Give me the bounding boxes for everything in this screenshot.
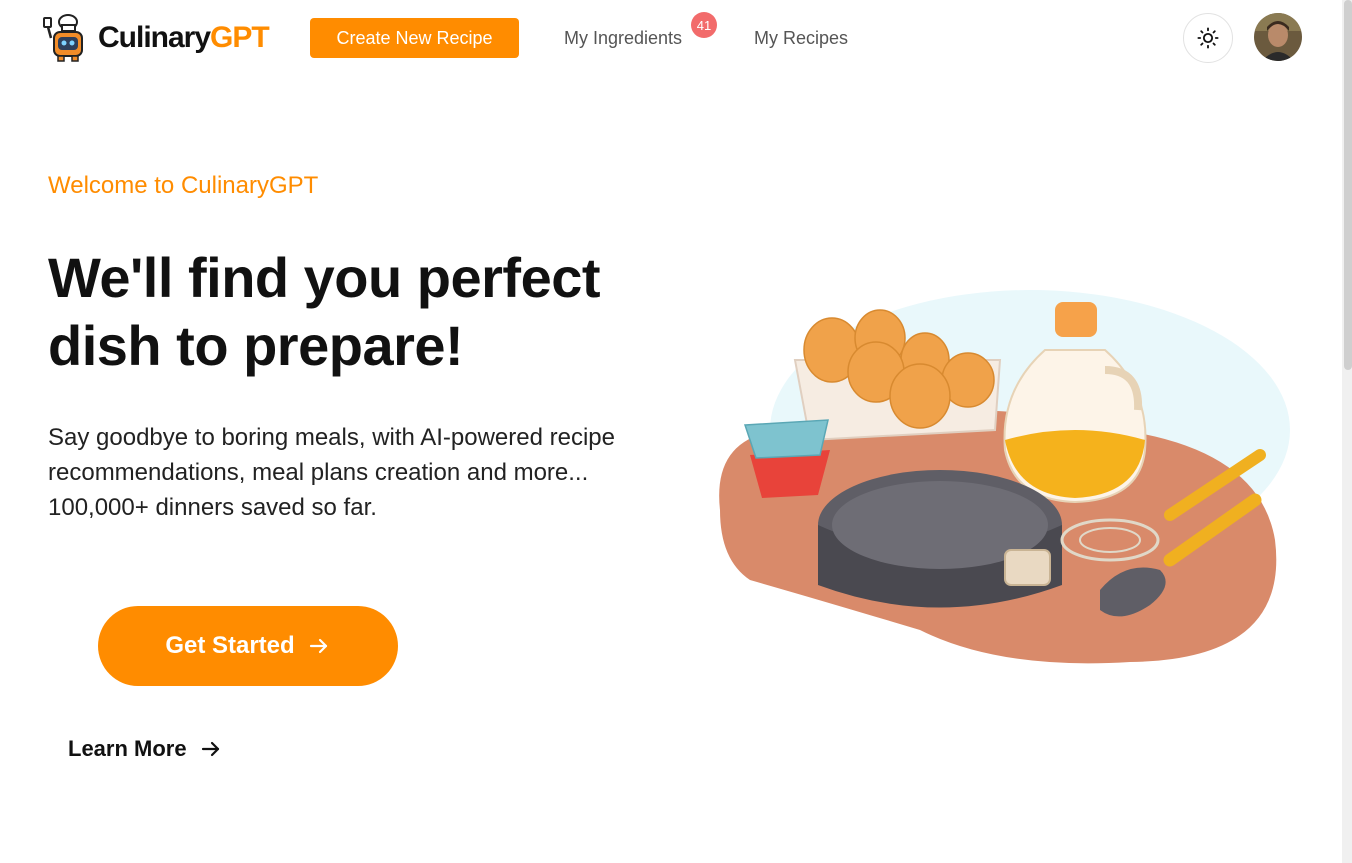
learn-more-link[interactable]: Learn More	[68, 736, 223, 762]
brand-name-part1: Culinary	[98, 21, 211, 54]
get-started-button[interactable]: Get Started	[98, 606, 398, 686]
user-avatar[interactable]	[1254, 13, 1302, 61]
nav-my-ingredients[interactable]: My Ingredients	[564, 28, 682, 49]
learn-more-label: Learn More	[68, 736, 187, 761]
get-started-label: Get Started	[165, 632, 295, 659]
sun-icon	[1197, 27, 1219, 49]
arrow-right-icon	[309, 638, 327, 654]
logo[interactable]: CulinaryGPT	[38, 12, 270, 64]
scrollbar-thumb[interactable]	[1344, 0, 1352, 370]
welcome-eyebrow: Welcome to CulinaryGPT	[48, 172, 319, 199]
top-navbar: CulinaryGPT Create New Recipe My Ingredi…	[0, 0, 1342, 80]
ingredients-count-badge: 41	[691, 12, 717, 38]
avatar-photo	[1254, 13, 1302, 61]
brand-name: CulinaryGPT	[98, 21, 270, 55]
create-new-recipe-button[interactable]: Create New Recipe	[310, 18, 519, 58]
brand-name-part2: GPT	[210, 21, 270, 54]
nav-my-recipes[interactable]: My Recipes	[754, 28, 848, 49]
arrow-right-icon	[201, 741, 219, 757]
baking-illustration	[719, 290, 1290, 664]
hero-headline: We'll find you perfect dish to prepare!	[48, 246, 601, 377]
hero-subtext: Say goodbye to boring meals, with AI-pow…	[48, 424, 615, 521]
theme-toggle-button[interactable]	[1183, 13, 1233, 63]
chef-robot-icon	[43, 14, 83, 62]
